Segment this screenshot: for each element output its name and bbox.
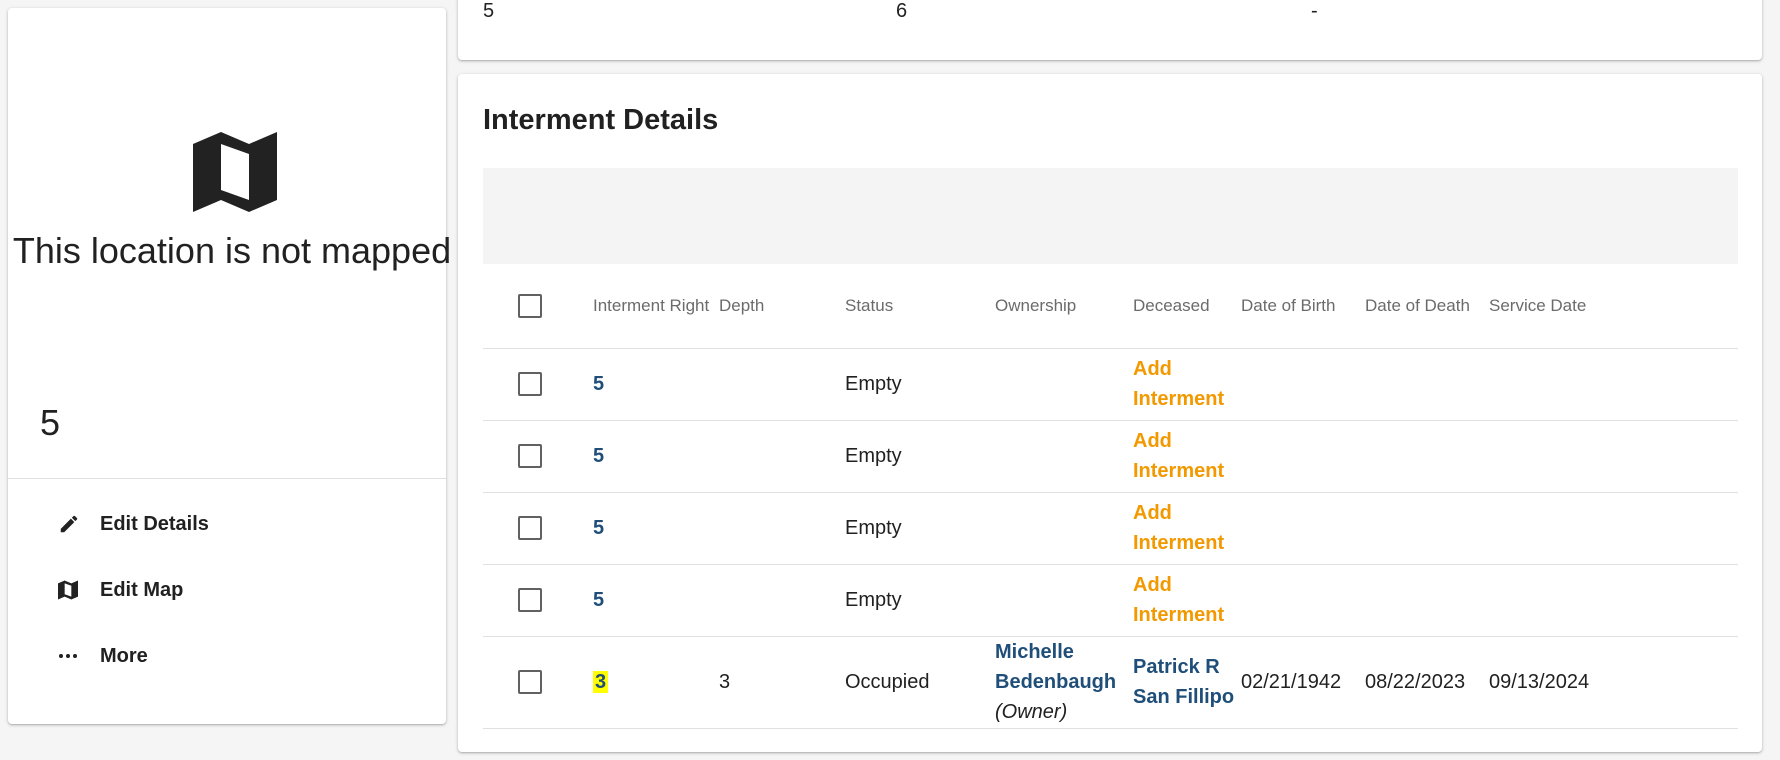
edit-details-label: Edit Details — [100, 512, 209, 535]
column-header-interment-right[interactable]: Interment Right — [593, 264, 719, 349]
dod-cell — [1365, 564, 1489, 637]
section-title: Interment Details — [483, 104, 719, 136]
column-header-date-of-death[interactable]: Date of Death — [1365, 264, 1489, 349]
dod-cell — [1365, 420, 1489, 493]
status-cell: Empty — [845, 348, 995, 421]
deceased-cell: Patrick R San Fillipo — [1133, 636, 1241, 729]
plot-info-card: 5 6 - — [458, 0, 1762, 60]
dod-cell — [1365, 492, 1489, 565]
owner-link[interactable]: Michelle Bedenbaugh — [995, 641, 1116, 693]
table-toolbar — [483, 168, 1738, 264]
more-label: More — [100, 644, 148, 667]
interment-right-link[interactable]: 5 — [593, 445, 604, 467]
dod-cell — [1365, 348, 1489, 421]
status-cell: Occupied — [845, 636, 995, 729]
plot-number: 5 — [40, 402, 61, 443]
add-interment-label: Interment — [1133, 460, 1225, 482]
depth-cell — [719, 348, 845, 421]
depth-cell — [719, 564, 845, 637]
status-cell: Empty — [845, 420, 995, 493]
row-checkbox[interactable] — [518, 588, 542, 612]
add-interment-label: Add — [1133, 574, 1172, 596]
dob-cell — [1241, 492, 1365, 565]
add-interment-label: Interment — [1133, 604, 1225, 626]
column-header-date-of-birth[interactable]: Date of Birth — [1241, 264, 1365, 349]
status-cell: Empty — [845, 492, 995, 565]
depth-cell — [719, 492, 845, 565]
table-row: 5 Empty Add Interment — [483, 420, 1738, 493]
ownership-cell — [995, 348, 1133, 421]
depth-cell — [719, 420, 845, 493]
folded-map-icon — [193, 132, 277, 212]
row-checkbox[interactable] — [518, 670, 542, 694]
ownership-cell — [995, 420, 1133, 493]
dob-cell — [1241, 564, 1365, 637]
not-mapped-message: This location is not mapped — [12, 230, 452, 271]
divider — [8, 478, 446, 479]
deceased-link[interactable]: Patrick R San Fillipo — [1133, 656, 1234, 708]
dob-cell — [1241, 420, 1365, 493]
interments-table: Interment Right Depth Status Ownership D… — [483, 264, 1738, 729]
add-interment-link[interactable]: Add Interment — [1133, 348, 1241, 421]
edit-details-button[interactable]: Edit Details — [58, 504, 209, 544]
info-cell: 6 — [896, 0, 908, 22]
interment-right-link[interactable]: 5 — [593, 517, 604, 539]
info-cell: 5 — [483, 0, 495, 22]
info-cell: - — [1311, 0, 1318, 22]
interment-right-link[interactable]: 5 — [593, 373, 604, 395]
status-cell: Empty — [845, 564, 995, 637]
add-interment-label: Interment — [1133, 388, 1225, 410]
column-header-deceased[interactable]: Deceased — [1133, 264, 1241, 349]
owner-role: (Owner) — [995, 701, 1068, 723]
add-interment-link[interactable]: Add Interment — [1133, 564, 1241, 637]
add-interment-label: Interment — [1133, 532, 1225, 554]
add-interment-link[interactable]: Add Interment — [1133, 492, 1241, 565]
dob-cell — [1241, 348, 1365, 421]
dod-cell: 08/22/2023 — [1365, 636, 1489, 729]
service-date-cell — [1489, 348, 1738, 421]
service-date-cell — [1489, 420, 1738, 493]
column-header-ownership[interactable]: Ownership — [995, 264, 1133, 349]
service-date-cell — [1489, 492, 1738, 565]
add-interment-label: Add — [1133, 502, 1172, 524]
table-row: 3 3 Occupied Michelle Bedenbaugh (Owner)… — [483, 636, 1738, 729]
edit-map-button[interactable]: Edit Map — [58, 570, 183, 610]
plot-summary-card: This location is not mapped 5 Edit Detai… — [8, 8, 451, 724]
table-header-row: Interment Right Depth Status Ownership D… — [483, 264, 1738, 349]
add-interment-link[interactable]: Add Interment — [1133, 420, 1241, 493]
column-header-depth[interactable]: Depth — [719, 264, 845, 349]
map-icon — [58, 578, 88, 602]
interment-right-link[interactable]: 5 — [593, 589, 604, 611]
interment-right-link[interactable]: 3 — [593, 671, 609, 693]
column-header-status[interactable]: Status — [845, 264, 995, 349]
table-row: 5 Empty Add Interment — [483, 564, 1738, 637]
ownership-cell — [995, 492, 1133, 565]
map-placeholder: This location is not mapped — [8, 8, 451, 478]
pencil-icon — [58, 512, 88, 536]
column-header-service-date[interactable]: Service Date — [1489, 264, 1738, 349]
row-checkbox[interactable] — [518, 372, 542, 396]
interment-details-card: Interment Details Interment Right Depth … — [458, 74, 1762, 752]
ownership-cell: Michelle Bedenbaugh (Owner) — [995, 636, 1133, 729]
edit-map-label: Edit Map — [100, 578, 184, 601]
table-row: 5 Empty Add Interment — [483, 492, 1738, 565]
dob-cell: 02/21/1942 — [1241, 636, 1365, 729]
depth-cell: 3 — [719, 636, 845, 729]
row-checkbox[interactable] — [518, 444, 542, 468]
add-interment-label: Add — [1133, 430, 1172, 452]
service-date-cell — [1489, 564, 1738, 637]
ownership-cell — [995, 564, 1133, 637]
more-button[interactable]: More — [58, 636, 148, 676]
more-horizontal-icon — [58, 644, 88, 668]
add-interment-label: Add — [1133, 358, 1172, 380]
service-date-cell: 09/13/2024 — [1489, 636, 1738, 729]
row-checkbox[interactable] — [518, 516, 542, 540]
table-row: 5 Empty Add Interment — [483, 348, 1738, 421]
page-scrollbar[interactable] — [1766, 80, 1776, 750]
select-all-checkbox[interactable] — [518, 293, 542, 318]
